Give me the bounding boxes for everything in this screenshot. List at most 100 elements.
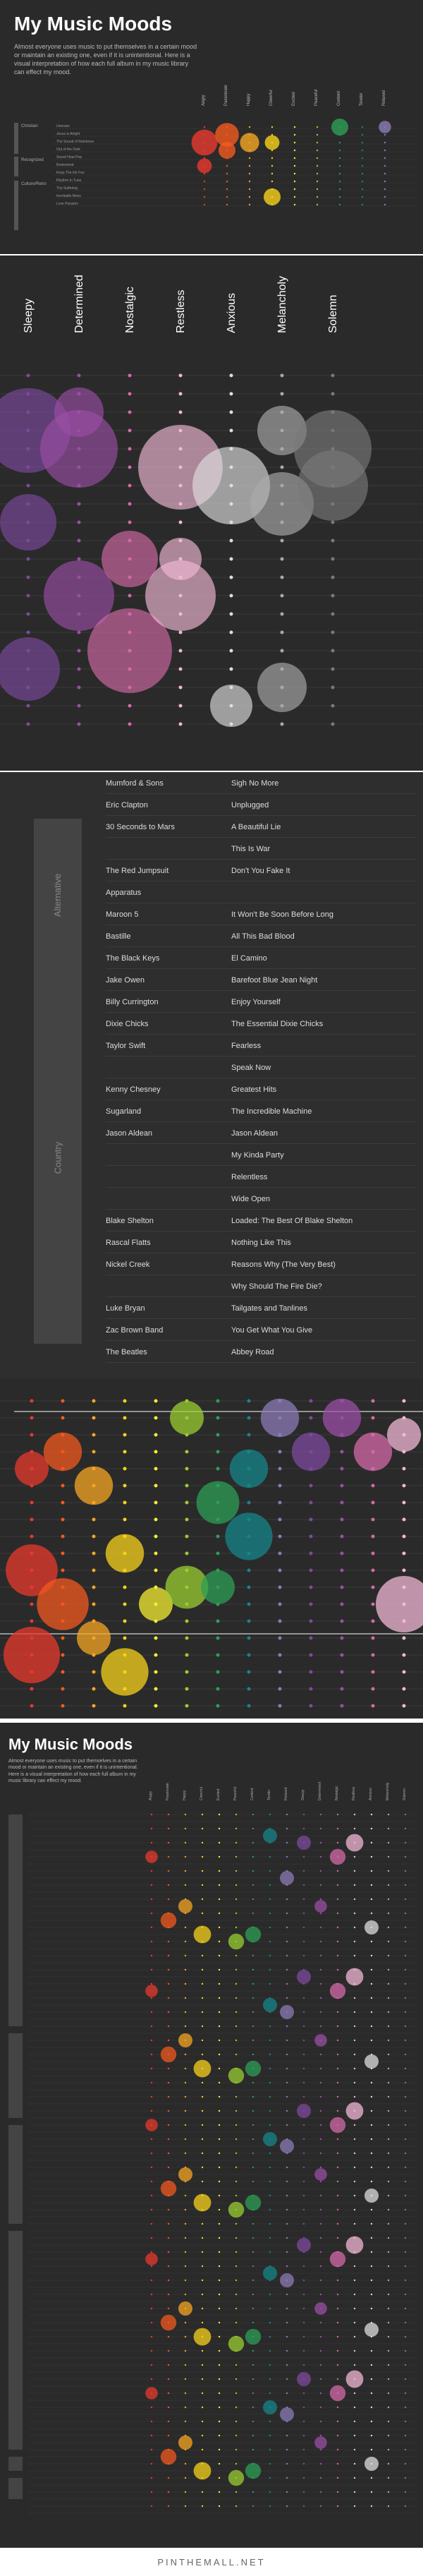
full-mood-dot <box>353 1954 356 1957</box>
full-mood-dot <box>235 2434 238 2437</box>
full-mood-dot <box>218 1940 221 1943</box>
full-mood-dot <box>269 2222 271 2225</box>
full-mood-dot <box>150 2251 153 2253</box>
zoom2-mood-bubble <box>101 1648 149 1696</box>
zoom2-mood-dot <box>402 1517 406 1522</box>
full-mood-dot <box>184 2053 187 2056</box>
top-mood-dot <box>226 188 228 191</box>
full-mood-dot <box>387 2039 390 2042</box>
full-mood-dot <box>269 1813 271 1816</box>
zoom2-mood-dot <box>340 1602 344 1606</box>
full-mood-dot <box>150 2448 153 2451</box>
footer-watermark: PINTHEMALL.NET <box>0 2548 423 2576</box>
top-mood-dot <box>248 164 251 167</box>
full-mood-dot <box>387 2321 390 2324</box>
album-name: The Incredible Machine <box>231 1107 312 1116</box>
full-mood-dot <box>167 2307 170 2310</box>
full-mood-dot <box>319 2025 322 2028</box>
full-mood-dot <box>302 2053 305 2056</box>
full-mood-dot <box>150 1982 153 1985</box>
full-mood-dot <box>404 2349 407 2352</box>
zoom2-mood-dot <box>371 1568 375 1572</box>
full-mood-dot <box>353 2053 356 2056</box>
album-name: Fearless <box>231 1042 262 1050</box>
full-mood-dot <box>319 2392 322 2395</box>
full-mood-dot <box>387 1827 390 1830</box>
zoom2-mood-bubble <box>225 1512 273 1560</box>
full-mood-dot <box>286 2251 288 2253</box>
full-mood-dot <box>218 2081 221 2084</box>
top-mood-dot <box>226 203 228 206</box>
full-mood-dot <box>201 2124 204 2126</box>
full-mood-dot <box>336 2222 339 2225</box>
full-mood-dot <box>336 2420 339 2423</box>
top-mood-dot <box>293 188 296 191</box>
top-row-label: Out of the Dark <box>56 148 80 152</box>
full-mood-dot <box>370 1982 373 1985</box>
full-mood-dot <box>218 2222 221 2225</box>
zoom2-mood-dot <box>185 1653 189 1657</box>
full-mood-dot <box>387 2081 390 2084</box>
full-mood-dot <box>370 2378 373 2381</box>
full-mood-dot <box>353 2349 356 2352</box>
full-mood-dot <box>150 2491 153 2493</box>
zoom2-mood-dot <box>185 1670 189 1674</box>
full-mood-dot <box>404 2067 407 2070</box>
zoom2-mood-dot <box>309 1399 313 1403</box>
full-mood-dot <box>302 2434 305 2437</box>
full-mood-dot <box>387 1855 390 1858</box>
full-mood-dot <box>353 1940 356 1943</box>
full-mood-dot <box>218 2293 221 2296</box>
full-mood-dot <box>218 2505 221 2508</box>
full-mood-dot <box>353 2081 356 2084</box>
full-mood-dot <box>167 2081 170 2084</box>
zoom2-mood-dot <box>154 1500 158 1505</box>
full-mood-bubble <box>160 1912 177 1929</box>
full-mood-dot <box>336 1870 339 1872</box>
zoom2-mood-dot <box>340 1585 344 1589</box>
full-mood-bubble <box>228 1933 245 1950</box>
zoom2-mood-bubble <box>229 1449 269 1488</box>
zoom-mood-dot <box>229 557 233 561</box>
full-mood-dot <box>235 2095 238 2098</box>
full-mood-dot <box>269 2378 271 2381</box>
top-mood-dot <box>226 180 228 183</box>
top-mood-label: Relaxed <box>382 90 386 106</box>
list-separator <box>106 837 416 838</box>
zoom2-mood-dot <box>402 1704 406 1708</box>
full-mood-dot <box>370 2208 373 2211</box>
full-mood-dot <box>302 2505 305 2508</box>
full-mood-dot <box>252 2109 255 2112</box>
section-full: My Music Moods Almost everyone uses musi… <box>0 1719 423 2552</box>
full-mood-dot <box>370 2349 373 2352</box>
full-mood-dot <box>269 2180 271 2183</box>
full-mood-dot <box>167 2025 170 2028</box>
list-item: Relentless <box>106 1173 416 1183</box>
zoom2-mood-dot <box>30 1433 34 1437</box>
full-mood-dot <box>353 2138 356 2141</box>
full-mood-dot <box>201 2081 204 2084</box>
full-mood-dot <box>252 2491 255 2493</box>
full-mood-dot <box>319 2279 322 2282</box>
zoom-mood-dot <box>229 373 233 378</box>
zoom2-mood-dot <box>216 1687 220 1691</box>
full-genre-bar <box>8 2033 23 2118</box>
full-mood-dot <box>387 2194 390 2197</box>
full-mood-dot <box>404 1954 407 1957</box>
zoom-mood-dot <box>280 722 284 726</box>
full-mood-dot <box>252 1841 255 1844</box>
zoom-mood-dot <box>280 649 284 653</box>
full-mood-label: Tender <box>267 1789 271 1800</box>
full-mood-dot <box>235 2152 238 2155</box>
zoom2-mood-dot <box>278 1619 282 1623</box>
full-mood-dot <box>302 1926 305 1929</box>
top-mood-label: Passionate <box>224 85 228 106</box>
full-mood-dot <box>336 1954 339 1957</box>
full-mood-dot <box>235 1954 238 1957</box>
full-mood-dot <box>319 2265 322 2268</box>
zoom-mood-dot <box>178 685 183 690</box>
top-row-label: Unerase <box>56 124 70 128</box>
full-mood-dot <box>319 2406 322 2409</box>
full-mood-dot <box>319 2420 322 2423</box>
full-mood-dot <box>286 1855 288 1858</box>
